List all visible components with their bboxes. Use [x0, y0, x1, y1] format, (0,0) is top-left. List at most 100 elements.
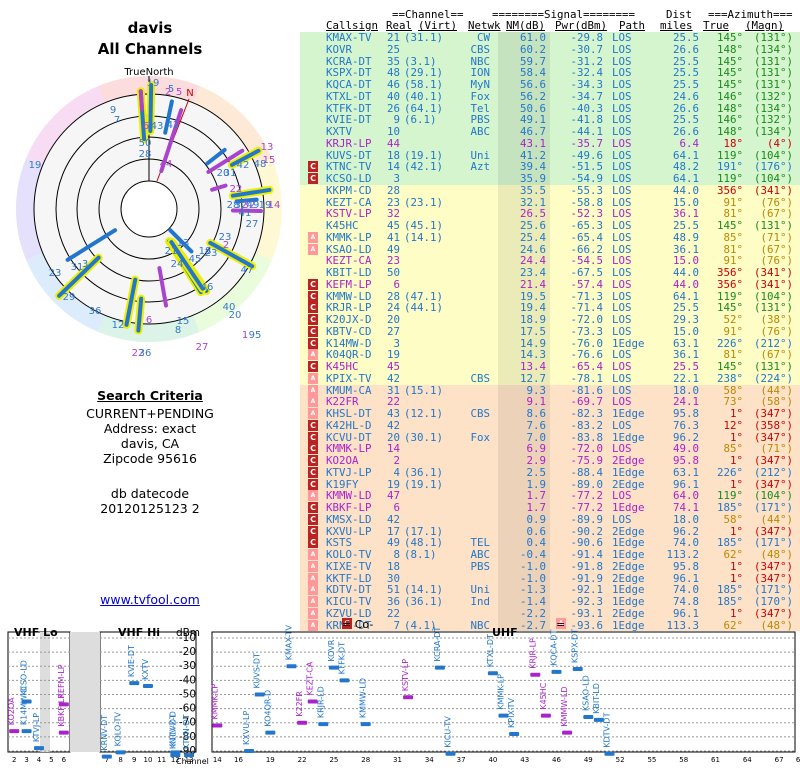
true-azimuth-cell: 185° — [703, 596, 743, 608]
station-spectrum-label: KRJR-LD — [316, 686, 325, 718]
co-channel-warning-icon: C — [308, 314, 318, 325]
path-cell: LOS — [612, 420, 650, 432]
network-cell: Fox — [450, 432, 490, 444]
distance-cell: 48.9 — [655, 232, 699, 244]
path-cell: 1Edge — [612, 549, 650, 561]
station-spectrum-label: KTFK-DT — [338, 642, 347, 675]
distance-cell: 44.0 — [655, 267, 699, 279]
real-channel-cell: 45 — [378, 220, 400, 232]
network-cell: Azt — [450, 161, 490, 173]
channel-tick-label: 69 — [796, 756, 800, 764]
station-signal-mark — [212, 724, 222, 728]
true-azimuth-cell: 58° — [703, 514, 743, 526]
radar-channel-label: 20 — [229, 310, 242, 321]
noise-margin-cell: -1.4 — [500, 596, 546, 608]
channel-tick-label: 31 — [393, 756, 402, 764]
co-channel-warning-icon: C — [308, 443, 318, 454]
radar-channel-label: 24 — [171, 259, 184, 270]
table-column-header: Callsign Real (Virt) Netwk NM(dB) Pwr(dB… — [300, 19, 800, 31]
radar-channel-label: 36 — [139, 348, 152, 359]
power-cell: -67.5 — [555, 267, 603, 279]
power-cell: -35.7 — [555, 138, 603, 150]
distance-cell: 24.6 — [655, 91, 699, 103]
network-cell: CBS — [450, 408, 490, 420]
real-channel-cell: 18 — [378, 561, 400, 573]
magnetic-azimuth-cell: (347°) — [743, 561, 793, 573]
magnetic-azimuth-cell: (341°) — [743, 279, 793, 291]
path-cell: 2Edge — [612, 561, 650, 573]
true-azimuth-cell: 119° — [703, 173, 743, 185]
station-signal-mark — [562, 731, 572, 735]
path-cell: LOS — [612, 126, 650, 138]
magnetic-azimuth-cell: (71°) — [743, 232, 793, 244]
station-signal-mark — [116, 750, 126, 754]
station-spectrum-label: KOVR — [327, 639, 336, 661]
tvfool-link[interactable]: www.tvfool.com — [40, 592, 260, 607]
real-channel-cell: 6 — [378, 279, 400, 291]
network-cell: Fox — [450, 91, 490, 103]
callsign-cell: KTVJ-LP — [326, 467, 386, 479]
callsign-cell: KHSL-DT — [326, 408, 386, 420]
callsign-cell: KICU-TV — [326, 596, 386, 608]
radar-channel-label: 42 — [237, 160, 250, 171]
channel-tick-label: 46 — [552, 756, 561, 764]
station-spectrum-label: KEZT-CA — [306, 661, 315, 695]
location-name: davis — [60, 18, 240, 39]
magnetic-azimuth-cell: (132°) — [743, 91, 793, 103]
power-cell: -83.2 — [555, 420, 603, 432]
noise-margin-cell: 2.5 — [500, 467, 546, 479]
true-azimuth-cell: 85° — [703, 232, 743, 244]
co-channel-warning-icon: C — [308, 291, 318, 302]
virtual-channel-cell: (36.1) — [404, 596, 446, 608]
true-azimuth-cell: 1° — [703, 561, 743, 573]
station-spectrum-label: KSPX-DT — [571, 629, 580, 663]
channel-tick-label: 25 — [329, 756, 338, 764]
radar-channel-label: 13 — [177, 238, 190, 249]
station-spectrum-label: KMMW-LD — [359, 678, 368, 718]
virtual-channel-cell: (30.1) — [404, 432, 446, 444]
table-row: CKBKF-LP61.7-77.21Edge74.1185°(171°) — [300, 502, 800, 514]
magnetic-azimuth-cell: (131°) — [743, 32, 793, 44]
callsign-cell: KPIX-TV — [326, 373, 386, 385]
path-cell: LOS — [612, 91, 650, 103]
callsign-cell: KOLO-TV — [326, 549, 386, 561]
channel-tick-label: 3 — [24, 756, 28, 764]
co-channel-warning-icon: C — [308, 161, 318, 172]
table-row: KOVR25CBS60.2-30.7LOS26.6148°(134°) — [300, 44, 800, 56]
table-row: KKPM-CD2835.5-55.3LOS44.0356°(341°) — [300, 185, 800, 197]
radar-channel-label: 27 — [246, 219, 259, 230]
co-channel-warning-icon: C — [308, 526, 318, 537]
true-azimuth-cell: 185° — [703, 502, 743, 514]
noise-margin-cell: 25.6 — [500, 220, 546, 232]
power-cell: -73.3 — [555, 326, 603, 338]
channel-tick-label: 19 — [266, 756, 275, 764]
real-channel-cell: 27 — [378, 326, 400, 338]
true-azimuth-cell: 145° — [703, 79, 743, 91]
channel-tick-label: 55 — [647, 756, 656, 764]
radar-channel-label: 15 — [177, 316, 190, 327]
co-channel-warning-icon: C — [308, 467, 318, 478]
radar-channel-label: 23 — [49, 268, 62, 279]
virtual-channel-cell: (36.1) — [404, 467, 446, 479]
magnetic-azimuth-cell: (347°) — [743, 455, 793, 467]
distance-cell: 74.1 — [655, 502, 699, 514]
co-channel-warning-icon: C — [308, 326, 318, 337]
search-city: davis, CA — [40, 436, 260, 451]
real-channel-cell: 42 — [378, 373, 400, 385]
noise-margin-cell: 2.9 — [500, 455, 546, 467]
radar-channel-label: 7 — [114, 115, 120, 126]
station-signal-mark — [361, 722, 371, 726]
station-spectrum-label: KCRA-DT — [433, 627, 442, 662]
callsign-cell: KEFM-LP — [326, 279, 386, 291]
path-cell: LOS — [612, 173, 650, 185]
path-cell: LOS — [612, 232, 650, 244]
co-channel-warning-icon: C — [308, 502, 318, 513]
radar-channel-label: 13 — [261, 142, 274, 153]
distance-cell: 44.0 — [655, 185, 699, 197]
noise-margin-cell: 56.2 — [500, 91, 546, 103]
channel-tick-label: 6 — [62, 756, 67, 764]
search-mode: CURRENT+PENDING — [40, 406, 260, 421]
station-spectrum-label: KMMK-LP — [497, 674, 506, 710]
radar-channel-label: 19 — [147, 78, 160, 89]
noise-margin-cell: 18.9 — [500, 314, 546, 326]
